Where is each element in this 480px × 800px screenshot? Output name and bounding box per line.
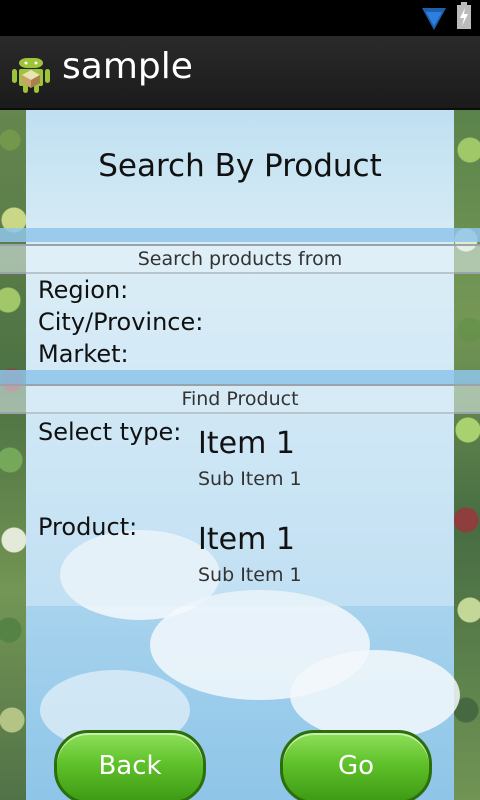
android-app-icon: [12, 58, 50, 93]
type-spinner-subvalue: Sub Item 1: [198, 468, 302, 490]
title-bar: sample: [0, 36, 480, 110]
type-spinner-value: Item 1: [198, 426, 295, 461]
market-label: Market:: [38, 340, 129, 368]
battery-icon: [457, 2, 471, 29]
status-bar: [0, 0, 480, 36]
divider-band: [0, 228, 480, 242]
region-label: Region:: [38, 276, 129, 304]
select-type-label: Select type:: [38, 418, 182, 446]
find-product-header: Find Product: [0, 384, 480, 414]
search-by-product-screen: Search By Product Search products from R…: [0, 110, 480, 800]
cloud: [290, 650, 460, 740]
product-spinner-subvalue: Sub Item 1: [198, 564, 302, 586]
back-button[interactable]: Back: [54, 730, 206, 800]
page-title: Search By Product: [98, 148, 382, 184]
go-button[interactable]: Go: [280, 730, 432, 800]
search-from-header: Search products from: [0, 244, 480, 274]
product-spinner-value: Item 1: [198, 522, 295, 557]
city-province-label: City/Province:: [38, 308, 204, 336]
product-label: Product:: [38, 513, 138, 541]
divider-band: [0, 370, 480, 384]
wifi-icon: [422, 8, 446, 30]
app-title: sample: [62, 46, 193, 87]
vegetable-border-left: [0, 110, 26, 800]
